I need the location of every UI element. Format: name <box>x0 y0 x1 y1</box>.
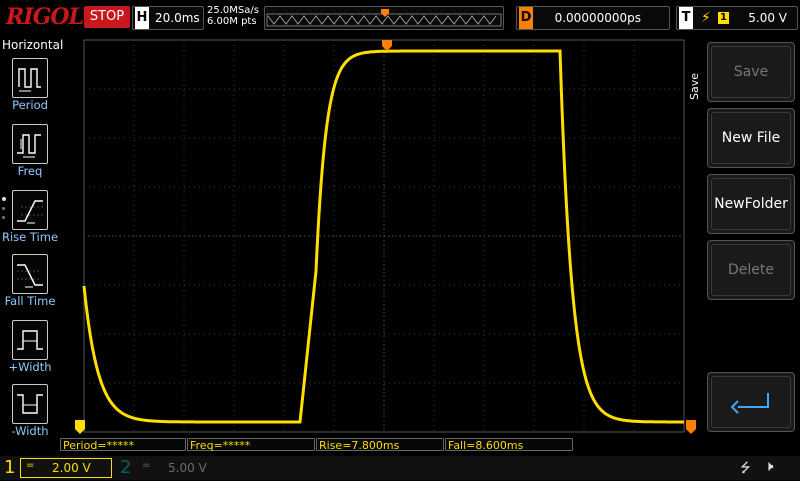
measure-period-label: Period <box>12 98 48 112</box>
measure-positive-width[interactable]: +Width <box>0 320 60 384</box>
usb-icon: ⭍ <box>740 461 751 476</box>
delay-indicator[interactable]: D 0.00000000ps <box>516 6 670 30</box>
trigger-level-marker <box>686 420 696 434</box>
menu-page-indicator <box>2 197 6 225</box>
measure-positive-width-label: +Width <box>8 360 52 374</box>
measure-fall-time-label: Fall Time <box>4 294 56 308</box>
positive-width-icon <box>12 320 48 360</box>
measure-rise-time[interactable]: Rise Time <box>0 190 60 254</box>
horizontal-key: H <box>135 7 149 29</box>
measure-menu-title: Horizontal <box>2 38 64 52</box>
measure-period[interactable]: Period <box>0 58 60 122</box>
measurement-period[interactable]: Period=***** <box>60 438 186 452</box>
waveform-display[interactable] <box>60 36 700 436</box>
measurement-freq[interactable]: Freq=***** <box>187 438 315 452</box>
rising-edge-icon: ⚡ <box>701 10 711 26</box>
channel-1-indicator[interactable]: 1 = 2.00 V <box>0 456 112 480</box>
sample-rate: 25.0MSa/s <box>207 5 259 16</box>
delay-key: D <box>519 7 533 29</box>
timebase-value: 20.0ms <box>155 11 200 25</box>
save-button[interactable]: Save <box>707 42 795 102</box>
channel-2-indicator[interactable]: 2 = 5.00 V <box>116 456 226 480</box>
save-menu: Save New File NewFolder Delete <box>701 36 800 456</box>
channel-2-scale: 5.00 V <box>168 461 207 475</box>
new-folder-button[interactable]: NewFolder <box>707 174 795 234</box>
trigger-source: 1 <box>718 12 729 24</box>
trigger-indicator[interactable]: T ⚡ 1 5.00 V <box>676 6 798 30</box>
fall-time-icon <box>12 254 48 294</box>
trigger-position-marker <box>382 40 392 51</box>
negative-width-icon <box>12 384 48 424</box>
memory-timeline[interactable] <box>264 6 504 30</box>
waveform-canvas <box>75 39 696 434</box>
return-button[interactable] <box>707 372 795 432</box>
run-stop-indicator[interactable]: STOP <box>84 6 130 28</box>
return-arrow-icon <box>730 393 769 414</box>
save-menu-tab[interactable]: Save <box>688 66 702 106</box>
new-file-button[interactable]: New File <box>707 108 795 168</box>
dc-coupling-icon: = <box>142 460 151 471</box>
period-icon <box>12 58 48 98</box>
trigger-level: 5.00 V <box>748 11 787 25</box>
measure-menu: Horizontal Period Freq Rise Time Fall Ti… <box>0 36 64 456</box>
delete-button[interactable]: Delete <box>707 240 795 300</box>
acquisition-info: 25.0MSa/s 6.00M pts <box>207 5 259 27</box>
delay-value: 0.00000000ps <box>554 11 641 25</box>
measurement-fall[interactable]: Fall=8.600ms <box>445 438 573 452</box>
measure-fall-time[interactable]: Fall Time <box>0 254 60 318</box>
timeline-wave-icon <box>266 9 502 27</box>
dc-coupling-icon: = <box>26 460 35 471</box>
channel-1-scale: 2.00 V <box>52 461 91 475</box>
measure-rise-time-label: Rise Time <box>1 230 59 244</box>
memory-depth: 6.00M pts <box>207 16 257 27</box>
brand-logo: RIGOL <box>6 4 84 30</box>
measurement-rise[interactable]: Rise=7.800ms <box>316 438 444 452</box>
measure-negative-width-label: -Width <box>11 424 49 438</box>
measure-freq[interactable]: Freq <box>0 124 60 188</box>
speaker-muted-icon[interactable]: 🕨 <box>764 457 773 475</box>
freq-icon <box>12 124 48 164</box>
rise-time-icon <box>12 190 48 230</box>
channel-2-number: 2 <box>120 457 132 478</box>
measure-freq-label: Freq <box>17 164 43 178</box>
trigger-key: T <box>679 7 693 29</box>
timebase-indicator[interactable]: H 20.0ms <box>132 6 204 30</box>
channel-1-number: 1 <box>4 457 16 478</box>
measure-negative-width[interactable]: -Width <box>0 384 60 448</box>
